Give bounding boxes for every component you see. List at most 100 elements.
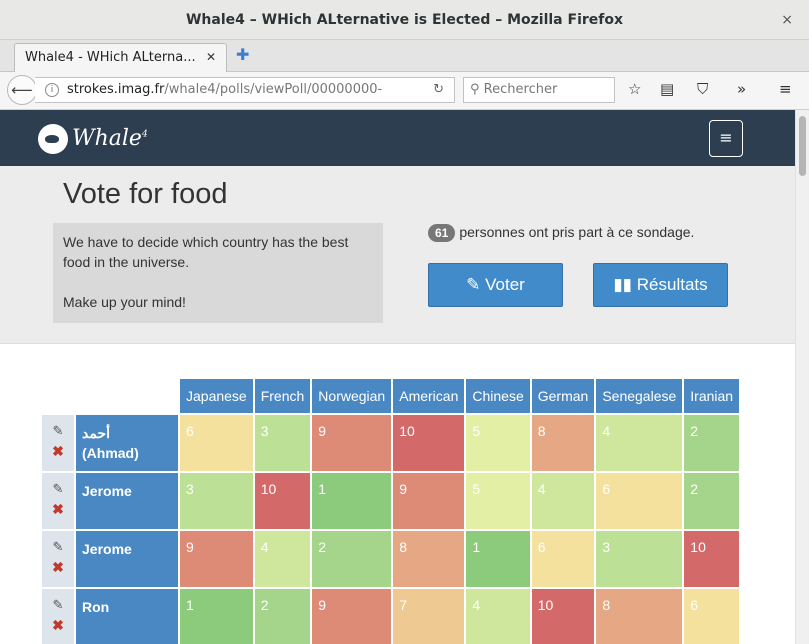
- bar-chart-icon: ▮▮: [613, 275, 633, 294]
- score-cell: 8: [531, 415, 595, 471]
- score-cell: 5: [466, 415, 530, 471]
- app-navbar: Whale4 ≡: [0, 110, 795, 166]
- score-cell: 6: [531, 531, 595, 587]
- edit-icon[interactable]: ✎: [42, 537, 74, 557]
- score-cell: 10: [393, 415, 465, 471]
- reload-icon[interactable]: ↻: [433, 78, 444, 102]
- url-host: strokes.imag.fr: [67, 82, 165, 97]
- search-input[interactable]: ⚲ Rechercher: [463, 77, 615, 103]
- logo-text: Whale: [72, 126, 142, 151]
- page-title: Vote for food: [63, 178, 228, 210]
- pocket-icon[interactable]: ⛉: [697, 80, 708, 98]
- table-row: ✎ ✖ أحمد (Ahmad) 6 3 9 10 5 8 4 2: [42, 415, 740, 471]
- column-header: Norwegian: [312, 379, 392, 413]
- web-page: Whale4 ≡ Vote for food We have to decide…: [0, 110, 795, 644]
- edit-icon[interactable]: ✎: [42, 479, 74, 499]
- score-cell: 1: [312, 473, 392, 529]
- voter-name: Jerome: [76, 531, 178, 587]
- poll-header: Vote for food We have to decide which co…: [0, 166, 795, 344]
- score-cell: 1: [180, 589, 253, 644]
- scrollbar-thumb[interactable]: [799, 116, 806, 176]
- pencil-icon: ✎: [466, 275, 481, 294]
- score-cell: 4: [466, 589, 530, 644]
- row-actions: ✎ ✖: [42, 589, 74, 644]
- bookmark-star-icon[interactable]: ☆: [628, 80, 641, 98]
- score-cell: 10: [684, 531, 740, 587]
- back-icon[interactable]: ⟵: [7, 75, 37, 105]
- delete-icon[interactable]: ✖: [42, 615, 74, 635]
- vote-button[interactable]: ✎ Voter: [428, 263, 563, 307]
- voter-name: Jerome: [76, 473, 178, 529]
- score-cell: 10: [254, 473, 311, 529]
- table-header-row: Japanese French Norwegian American Chinese Ge…: [42, 379, 740, 413]
- table-row: ✎ ✖ Jerome 3 10 1 9 5 4 6 2: [42, 473, 740, 529]
- new-tab-icon[interactable]: ✚: [236, 45, 249, 64]
- url-bar[interactable]: i strokes.imag.fr/whale4/polls/viewPoll/0…: [35, 77, 455, 103]
- score-cell: 2: [254, 589, 311, 644]
- table-row: ✎ ✖ Ron 1 2 9 7 4 10 8 6: [42, 589, 740, 644]
- logo-sup: 4: [141, 129, 148, 140]
- delete-icon[interactable]: ✖: [42, 499, 74, 519]
- page-scrollbar[interactable]: [795, 110, 809, 644]
- score-cell: 9: [180, 531, 253, 587]
- score-cell: 6: [596, 473, 683, 529]
- column-header: Iranian: [684, 379, 740, 413]
- score-cell: 3: [254, 415, 311, 471]
- edit-icon[interactable]: ✎: [42, 421, 74, 441]
- reading-list-icon[interactable]: ▤: [660, 80, 674, 98]
- description-line-1: We have to decide which country has the …: [63, 234, 349, 270]
- score-cell: 3: [180, 473, 253, 529]
- participants-badge: 61: [428, 224, 456, 242]
- score-cell: 3: [596, 531, 683, 587]
- description-line-2: Make up your mind!: [63, 294, 186, 310]
- column-header: American: [393, 379, 465, 413]
- row-actions: ✎ ✖: [42, 415, 74, 471]
- score-cell: 4: [254, 531, 311, 587]
- window-title: Whale4 – WHich ALternative is Elected – …: [185, 12, 624, 28]
- column-header: Senegalese: [596, 379, 683, 413]
- column-header: French: [254, 379, 311, 413]
- participants-text: personnes ont pris part à ce sondage.: [459, 224, 695, 240]
- search-placeholder: Rechercher: [483, 82, 558, 97]
- app-menu-button[interactable]: ≡: [709, 120, 743, 157]
- edit-icon[interactable]: ✎: [42, 595, 74, 615]
- window-close-icon[interactable]: ×: [781, 0, 793, 40]
- participants-info: 61 personnes ont pris part à ce sondage.: [428, 224, 694, 242]
- score-cell: 9: [393, 473, 465, 529]
- site-info-icon[interactable]: i: [45, 82, 59, 97]
- voter-name: Ron: [76, 589, 178, 644]
- score-cell: 6: [180, 415, 253, 471]
- window-titlebar: Whale4 – WHich ALternative is Elected – …: [0, 0, 809, 40]
- votes-table: Japanese French Norwegian American Chinese Ge…: [40, 377, 741, 644]
- tab-strip: Whale4 - WHich ALterna... ✕ ✚: [0, 40, 809, 73]
- score-cell: 8: [393, 531, 465, 587]
- results-button[interactable]: ▮▮ Résultats: [593, 263, 728, 307]
- poll-description: We have to decide which country has the …: [53, 223, 383, 323]
- score-cell: 9: [312, 415, 392, 471]
- score-cell: 9: [312, 589, 392, 644]
- results-button-label: Résultats: [636, 275, 708, 294]
- score-cell: 1: [466, 531, 530, 587]
- table-row: ✎ ✖ Jerome 9 4 2 8 1 6 3 10: [42, 531, 740, 587]
- tab-label: Whale4 - WHich ALterna...: [25, 50, 196, 65]
- score-cell: 7: [393, 589, 465, 644]
- whale-logo[interactable]: Whale4: [38, 124, 148, 154]
- column-header: German: [531, 379, 595, 413]
- delete-icon[interactable]: ✖: [42, 557, 74, 577]
- score-cell: 8: [596, 589, 683, 644]
- row-actions: ✎ ✖: [42, 473, 74, 529]
- search-icon: ⚲: [470, 82, 480, 97]
- browser-tab[interactable]: Whale4 - WHich ALterna... ✕: [14, 43, 227, 73]
- score-cell: 10: [531, 589, 595, 644]
- row-actions: ✎ ✖: [42, 531, 74, 587]
- column-header: Japanese: [180, 379, 253, 413]
- score-cell: 2: [684, 415, 740, 471]
- score-cell: 5: [466, 473, 530, 529]
- overflow-chevron-icon[interactable]: »: [737, 80, 746, 98]
- delete-icon[interactable]: ✖: [42, 441, 74, 461]
- tab-close-icon[interactable]: ✕: [206, 50, 216, 64]
- score-cell: 2: [312, 531, 392, 587]
- score-cell: 4: [596, 415, 683, 471]
- vote-button-label: Voter: [485, 275, 525, 294]
- hamburger-menu-icon[interactable]: ≡: [779, 80, 792, 98]
